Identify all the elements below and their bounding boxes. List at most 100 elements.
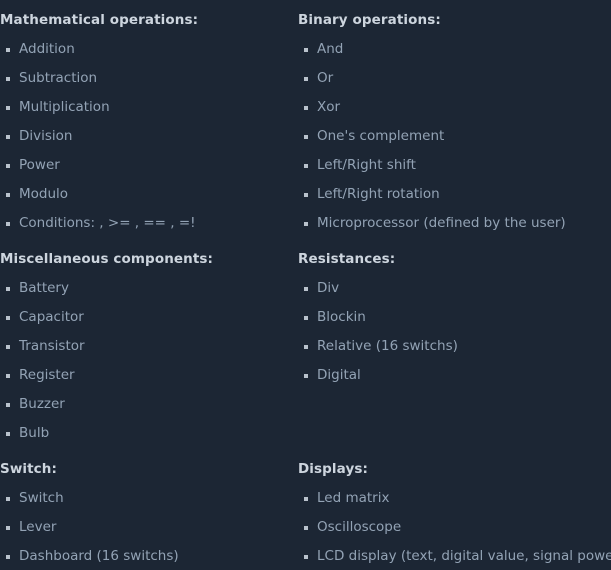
list-item[interactable]: Dashboard (16 switchs) <box>0 542 289 570</box>
square-bullet-icon <box>6 48 10 52</box>
section-miscellaneous-components: Miscellaneous components: Battery Capaci… <box>0 251 289 448</box>
square-bullet-icon <box>6 497 10 501</box>
square-bullet-icon <box>304 345 308 349</box>
list-item[interactable]: Capacitor <box>0 303 289 332</box>
list-item-label: Battery <box>19 280 69 296</box>
list-item-label: Bulb <box>19 425 50 441</box>
section-item-list: Battery Capacitor Transistor Register Bu… <box>0 274 289 448</box>
list-item[interactable]: Modulo <box>0 180 289 209</box>
list-item[interactable]: And <box>289 35 611 64</box>
list-item-label: Or <box>317 70 334 86</box>
list-item-label: Buzzer <box>19 396 65 412</box>
square-bullet-icon <box>304 555 308 559</box>
list-item[interactable]: Addition <box>0 35 289 64</box>
list-item-label: Led matrix <box>317 490 390 506</box>
square-bullet-icon <box>304 526 308 530</box>
list-item[interactable]: Relative (16 switchs) <box>289 332 611 361</box>
square-bullet-icon <box>6 403 10 407</box>
section-title: Miscellaneous components: <box>0 251 214 267</box>
list-item[interactable]: Division <box>0 122 289 151</box>
section-item-list: Switch Lever Dashboard (16 switchs) <box>0 484 289 570</box>
list-item-label: Division <box>19 128 73 144</box>
square-bullet-icon <box>6 164 10 168</box>
list-item-label: Dashboard (16 switchs) <box>19 548 179 564</box>
list-item-label: Power <box>19 157 60 173</box>
list-item[interactable]: Conditions: , >= , == , =! <box>0 209 289 238</box>
list-item[interactable]: Switch <box>0 484 289 513</box>
list-item[interactable]: Div <box>289 274 611 303</box>
list-item[interactable]: Subtraction <box>0 64 289 93</box>
section-item-list: Div Blockin Relative (16 switchs) Digita… <box>289 274 611 390</box>
list-item[interactable]: Or <box>289 64 611 93</box>
list-item[interactable]: Bulb <box>0 419 289 448</box>
list-item-label: And <box>317 41 344 57</box>
section-mathematical-operations: Mathematical operations: Addition Subtra… <box>0 12 289 238</box>
list-item-label: Relative (16 switchs) <box>317 338 458 354</box>
list-item[interactable]: Xor <box>289 93 611 122</box>
square-bullet-icon <box>6 135 10 139</box>
list-item-label: Oscilloscope <box>317 519 402 535</box>
list-item-label: Register <box>19 367 75 383</box>
list-item[interactable]: Buzzer <box>0 390 289 419</box>
feature-sections-grid: Mathematical operations: Addition Subtra… <box>0 12 611 570</box>
list-item[interactable]: LCD display (text, digital value, signal… <box>289 542 611 570</box>
list-item-label: Subtraction <box>19 70 98 86</box>
list-item[interactable]: Lever <box>0 513 289 542</box>
list-item-label: Addition <box>19 41 75 57</box>
list-item-label: Div <box>317 280 340 296</box>
square-bullet-icon <box>6 555 10 559</box>
section-item-list: Led matrix Oscilloscope LCD display (tex… <box>289 484 611 570</box>
square-bullet-icon <box>304 77 308 81</box>
list-item-label: Digital <box>317 367 361 383</box>
section-title: Mathematical operations: <box>0 12 199 28</box>
square-bullet-icon <box>304 316 308 320</box>
square-bullet-icon <box>6 374 10 378</box>
section-resistances: Resistances: Div Blockin Relative (16 sw… <box>289 251 611 448</box>
section-displays: Displays: Led matrix Oscilloscope LCD di… <box>289 461 611 570</box>
list-item-label: Left/Right rotation <box>317 186 440 202</box>
list-item[interactable]: One's complement <box>289 122 611 151</box>
list-item[interactable]: Led matrix <box>289 484 611 513</box>
square-bullet-icon <box>6 106 10 110</box>
section-title: Switch: <box>0 461 57 477</box>
square-bullet-icon <box>6 526 10 530</box>
section-switch: Switch: Switch Lever Dashboard (16 switc… <box>0 461 289 570</box>
square-bullet-icon <box>304 164 308 168</box>
list-item-label: Xor <box>317 99 341 115</box>
section-title: Resistances: <box>298 251 396 267</box>
section-title: Binary operations: <box>298 12 441 28</box>
list-item[interactable]: Blockin <box>289 303 611 332</box>
list-item-label: Conditions: , >= , == , =! <box>19 215 196 231</box>
square-bullet-icon <box>304 374 308 378</box>
section-title: Displays: <box>298 461 368 477</box>
list-item-label: Left/Right shift <box>317 157 416 173</box>
list-item[interactable]: Microprocessor (defined by the user) <box>289 209 611 238</box>
square-bullet-icon <box>304 222 308 226</box>
list-item[interactable]: Left/Right rotation <box>289 180 611 209</box>
list-item-label: Lever <box>19 519 57 535</box>
section-item-list: Addition Subtraction Multiplication Divi… <box>0 35 289 238</box>
list-item[interactable]: Power <box>0 151 289 180</box>
square-bullet-icon <box>304 106 308 110</box>
square-bullet-icon <box>6 432 10 436</box>
list-item-label: Microprocessor (defined by the user) <box>317 215 566 231</box>
square-bullet-icon <box>6 345 10 349</box>
list-item[interactable]: Oscilloscope <box>289 513 611 542</box>
list-item-label: One's complement <box>317 128 445 144</box>
square-bullet-icon <box>6 222 10 226</box>
list-item-label: Capacitor <box>19 309 84 325</box>
list-item[interactable]: Digital <box>289 361 611 390</box>
list-item[interactable]: Transistor <box>0 332 289 361</box>
section-item-list: And Or Xor One's complement Left/Right s… <box>289 35 611 238</box>
square-bullet-icon <box>6 287 10 291</box>
list-item[interactable]: Battery <box>0 274 289 303</box>
list-item[interactable]: Left/Right shift <box>289 151 611 180</box>
square-bullet-icon <box>304 497 308 501</box>
list-item[interactable]: Multiplication <box>0 93 289 122</box>
square-bullet-icon <box>6 316 10 320</box>
list-item-label: Modulo <box>19 186 69 202</box>
list-item[interactable]: Register <box>0 361 289 390</box>
square-bullet-icon <box>304 48 308 52</box>
list-item-label: LCD display (text, digital value, signal… <box>317 548 611 564</box>
list-item-label: Blockin <box>317 309 366 325</box>
